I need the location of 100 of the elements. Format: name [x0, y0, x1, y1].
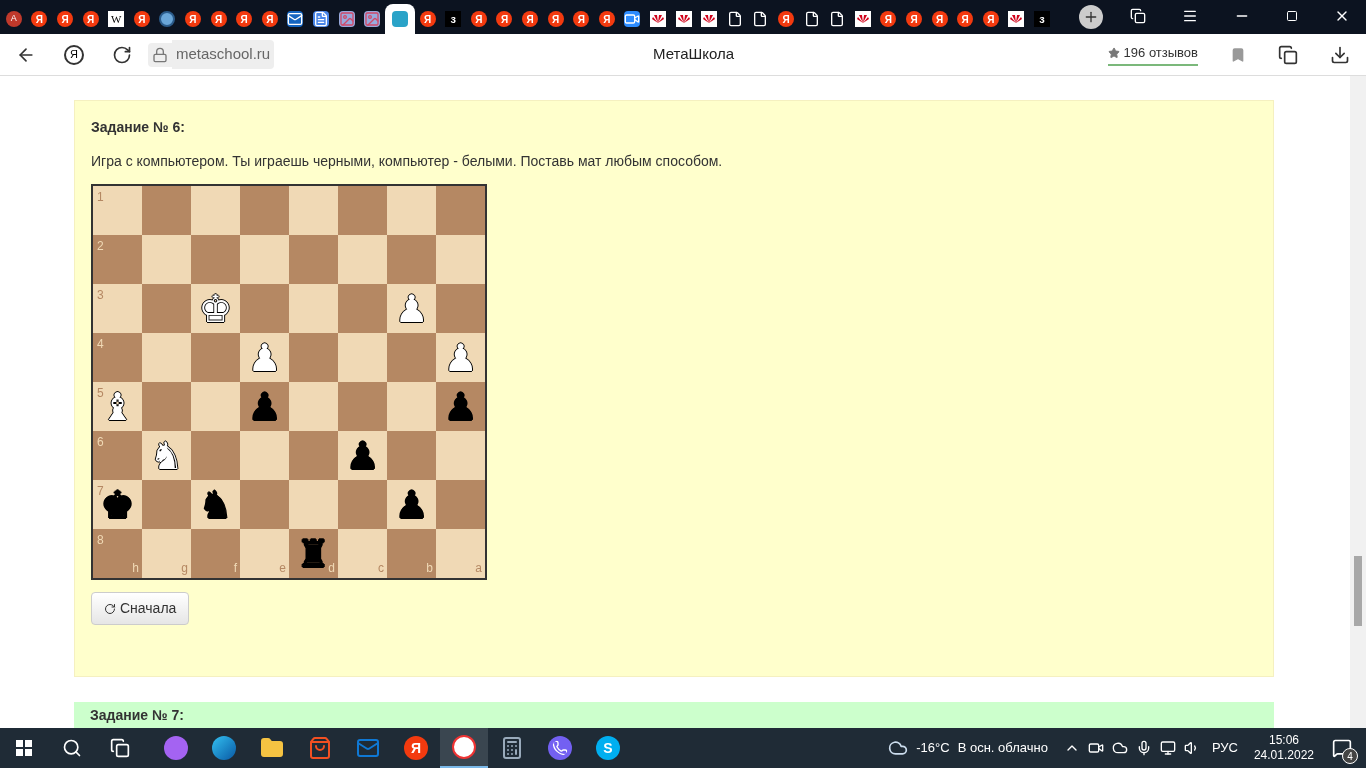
menu-icon[interactable] — [1182, 8, 1198, 24]
task-view-icon[interactable] — [110, 738, 130, 758]
browser-tab[interactable]: Я — [875, 4, 902, 34]
browser-tab[interactable]: з — [1029, 4, 1055, 34]
chess-piece[interactable]: ♟ — [345, 436, 380, 475]
browser-tab[interactable]: Я — [568, 4, 595, 34]
file-label: g — [181, 560, 188, 577]
browser-tab[interactable]: Я — [542, 4, 569, 34]
browser-tab[interactable]: Я — [77, 4, 104, 34]
browser-tab[interactable]: Я — [491, 4, 518, 34]
clock-date[interactable]: 24.01.2022 — [1253, 748, 1314, 763]
notifications-icon[interactable] — [1332, 738, 1352, 758]
scrollbar[interactable] — [1350, 76, 1366, 728]
restore-icon[interactable] — [1286, 10, 1298, 22]
cloud-icon — [888, 738, 909, 758]
chess-piece[interactable]: ♞ — [198, 485, 233, 524]
yandex-icon: Я — [236, 11, 253, 27]
browser-tab[interactable]: Я — [180, 4, 206, 34]
browser-tab[interactable]: Я — [594, 4, 620, 34]
browser-tab[interactable]: Я — [977, 4, 1004, 34]
browser-tab[interactable]: Я — [926, 4, 953, 34]
restart-button[interactable]: Сначала — [91, 592, 190, 625]
browser-tab[interactable]: з — [440, 4, 467, 34]
rank-label: 3 — [97, 287, 104, 304]
browser-tab[interactable] — [384, 4, 415, 34]
board-square[interactable]: f — [191, 529, 240, 578]
board-square[interactable]: a — [436, 529, 485, 578]
taskbar-app[interactable] — [440, 728, 488, 768]
browser-tab[interactable]: Я — [901, 4, 927, 34]
bag-icon — [308, 736, 332, 760]
board-square[interactable]: ♞ — [191, 480, 240, 529]
board-square[interactable]: c — [338, 529, 387, 578]
phone-icon — [548, 736, 572, 760]
chess-piece[interactable]: ♟ — [247, 387, 282, 426]
browser-tab[interactable]: Я — [26, 4, 53, 34]
taskbar-app[interactable]: S — [584, 728, 632, 768]
board-square[interactable]: 2 — [93, 235, 142, 284]
file-label: f — [233, 560, 237, 577]
chess-piece[interactable]: ♟ — [443, 387, 478, 426]
board-square[interactable]: ♟ — [436, 382, 485, 431]
browser-tab[interactable]: A — [1, 4, 27, 34]
browser-tab[interactable]: Я — [231, 4, 257, 34]
browser-tab[interactable]: Я — [256, 4, 283, 34]
collections-icon[interactable] — [1130, 8, 1146, 24]
new-tab-button[interactable] — [1078, 5, 1103, 29]
search-icon[interactable] — [62, 738, 82, 758]
board-square[interactable]: ♟ — [338, 431, 387, 480]
folder-icon — [260, 736, 284, 760]
wiki-icon: W — [108, 11, 125, 27]
file-icon — [752, 11, 769, 27]
board-square[interactable]: b — [387, 529, 436, 578]
bookmark-icon[interactable] — [1230, 46, 1246, 63]
file-label: d — [328, 560, 335, 577]
language-indicator[interactable]: РУС — [1211, 738, 1238, 758]
windows-icon — [16, 740, 32, 756]
yandex-icon: Я — [778, 11, 794, 27]
browser-tab[interactable]: Я — [952, 4, 978, 34]
cloud-sync-icon[interactable] — [1111, 740, 1128, 756]
board-square[interactable]: ♟ — [240, 382, 289, 431]
browser-tab[interactable]: Я — [517, 4, 543, 34]
browser-tab[interactable]: Я — [414, 4, 441, 34]
zen-icon: з — [445, 11, 462, 27]
taskbar-app[interactable]: Я — [392, 728, 440, 768]
board-square[interactable]: g — [142, 529, 191, 578]
board-square[interactable]: 8 h — [93, 529, 142, 578]
network-icon[interactable] — [1159, 740, 1176, 756]
flower-icon — [650, 11, 667, 27]
board-square[interactable]: 3 — [93, 284, 142, 333]
rank-label: 6 — [97, 434, 104, 451]
board-square[interactable]: ♟ — [387, 480, 436, 529]
extensions-icon[interactable] — [1278, 44, 1298, 65]
url-field[interactable]: metaschool.ru — [172, 40, 275, 69]
image-icon — [364, 11, 381, 27]
reload-icon[interactable] — [112, 44, 132, 65]
reviews-badge[interactable]: 196 отзывов — [1107, 43, 1198, 66]
home-button[interactable]: Я — [64, 44, 84, 65]
browser-tab[interactable]: Я — [773, 4, 799, 34]
browser-tab[interactable]: W — [103, 4, 129, 34]
yandex-icon: Я — [57, 11, 73, 27]
rank-label: 1 — [97, 189, 104, 206]
download-icon[interactable] — [1330, 44, 1350, 65]
browser-tab[interactable]: Я — [466, 4, 492, 34]
browser-tab[interactable]: Я — [128, 4, 155, 34]
browser-tab[interactable]: Я — [52, 4, 78, 34]
chess-piece[interactable]: ♟ — [394, 485, 429, 524]
clock-time[interactable]: 15:06 — [1268, 733, 1299, 748]
yandex-icon: Я — [133, 11, 150, 27]
task-description: Игра с компьютером. Ты играешь черными, компьютер - белыми. Поставь мат любым способом. — [91, 152, 723, 171]
camera-icon[interactable] — [1087, 740, 1104, 756]
browser-tab[interactable]: Я — [205, 4, 232, 34]
temperature: -16°C — [916, 739, 950, 758]
file-label: h — [132, 560, 139, 577]
board-square[interactable]: 6 — [93, 431, 142, 480]
board-square[interactable]: 1 — [93, 186, 142, 235]
flower-icon — [675, 11, 692, 27]
yandex-icon: Я — [982, 11, 999, 27]
yandex-icon: Я — [547, 11, 564, 27]
board-square[interactable]: e — [240, 529, 289, 578]
board-square[interactable]: 4 — [93, 333, 142, 382]
yandex-icon: Я — [931, 11, 948, 27]
